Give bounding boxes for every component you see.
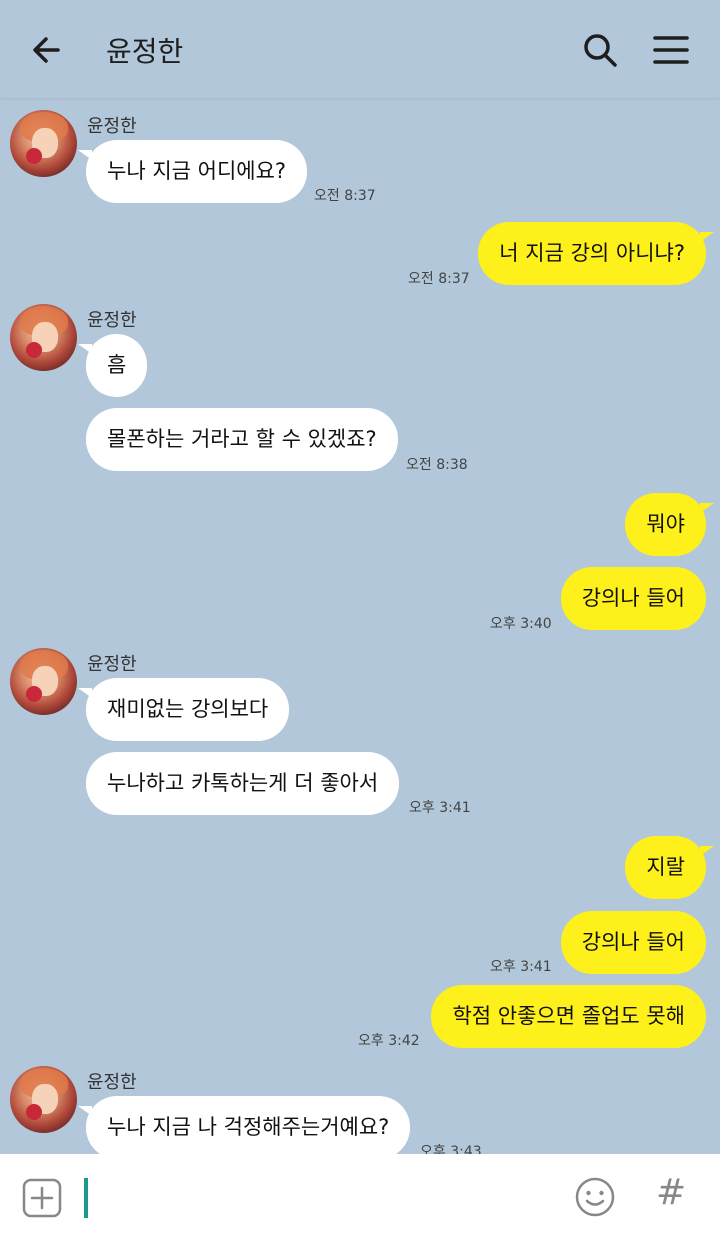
- message-time: 오후 3:42: [358, 1033, 420, 1049]
- hash-icon[interactable]: #: [656, 1172, 686, 1213]
- message-composer: #: [0, 1154, 720, 1238]
- avatar[interactable]: [10, 304, 77, 371]
- message-bubble-outgoing[interactable]: 지랄: [625, 836, 714, 899]
- message-bubble-incoming[interactable]: 몰폰하는 거라고 할 수 있겠죠?: [86, 408, 398, 471]
- message-bubble-incoming[interactable]: 누나 지금 어디에요?: [77, 140, 308, 203]
- avatar[interactable]: [10, 1066, 77, 1133]
- avatar[interactable]: [10, 110, 77, 177]
- emoji-icon[interactable]: [574, 1176, 616, 1218]
- plus-icon[interactable]: [22, 1178, 62, 1218]
- message-bubble-incoming[interactable]: 흠: [77, 334, 148, 397]
- message-bubble-incoming[interactable]: 누나 지금 나 걱정해주는거예요?: [77, 1096, 411, 1154]
- message-time: 오후 3:40: [490, 616, 552, 632]
- message-bubble-outgoing[interactable]: 너 지금 강의 아니냐?: [478, 222, 714, 285]
- message-bubble-outgoing[interactable]: 강의나 들어: [560, 567, 706, 630]
- message-time: 오후 3:41: [409, 800, 471, 816]
- message-bubble-outgoing[interactable]: 강의나 들어: [560, 911, 706, 974]
- sender-name: 윤정한: [87, 116, 137, 137]
- message-bubble-outgoing[interactable]: 학점 안좋으면 졸업도 못해: [431, 985, 706, 1048]
- back-arrow-icon[interactable]: [28, 30, 70, 70]
- message-time: 오후 3:43: [420, 1144, 482, 1154]
- message-time: 오후 3:41: [490, 959, 552, 975]
- chat-area[interactable]: 윤정한 누나 지금 어디에요? 오전 8:37 너 지금 강의 아니냐? 오전 …: [0, 98, 720, 1154]
- message-input[interactable]: [84, 1178, 88, 1218]
- message-bubble-incoming[interactable]: 누나하고 카톡하는게 더 좋아서: [86, 752, 400, 815]
- chat-title: 윤정한: [106, 35, 184, 68]
- message-time: 오전 8:37: [408, 271, 470, 287]
- avatar[interactable]: [10, 648, 77, 715]
- chat-header: 윤정한: [0, 0, 720, 98]
- message-bubble-outgoing[interactable]: 뭐야: [625, 493, 714, 556]
- message-time: 오전 8:37: [314, 188, 376, 204]
- sender-name: 윤정한: [87, 654, 137, 675]
- sender-name: 윤정한: [87, 310, 137, 331]
- menu-icon[interactable]: [650, 30, 692, 70]
- message-bubble-incoming[interactable]: 재미없는 강의보다: [77, 678, 290, 741]
- message-time: 오전 8:38: [406, 457, 468, 473]
- sender-name: 윤정한: [87, 1072, 137, 1093]
- search-icon[interactable]: [580, 30, 620, 70]
